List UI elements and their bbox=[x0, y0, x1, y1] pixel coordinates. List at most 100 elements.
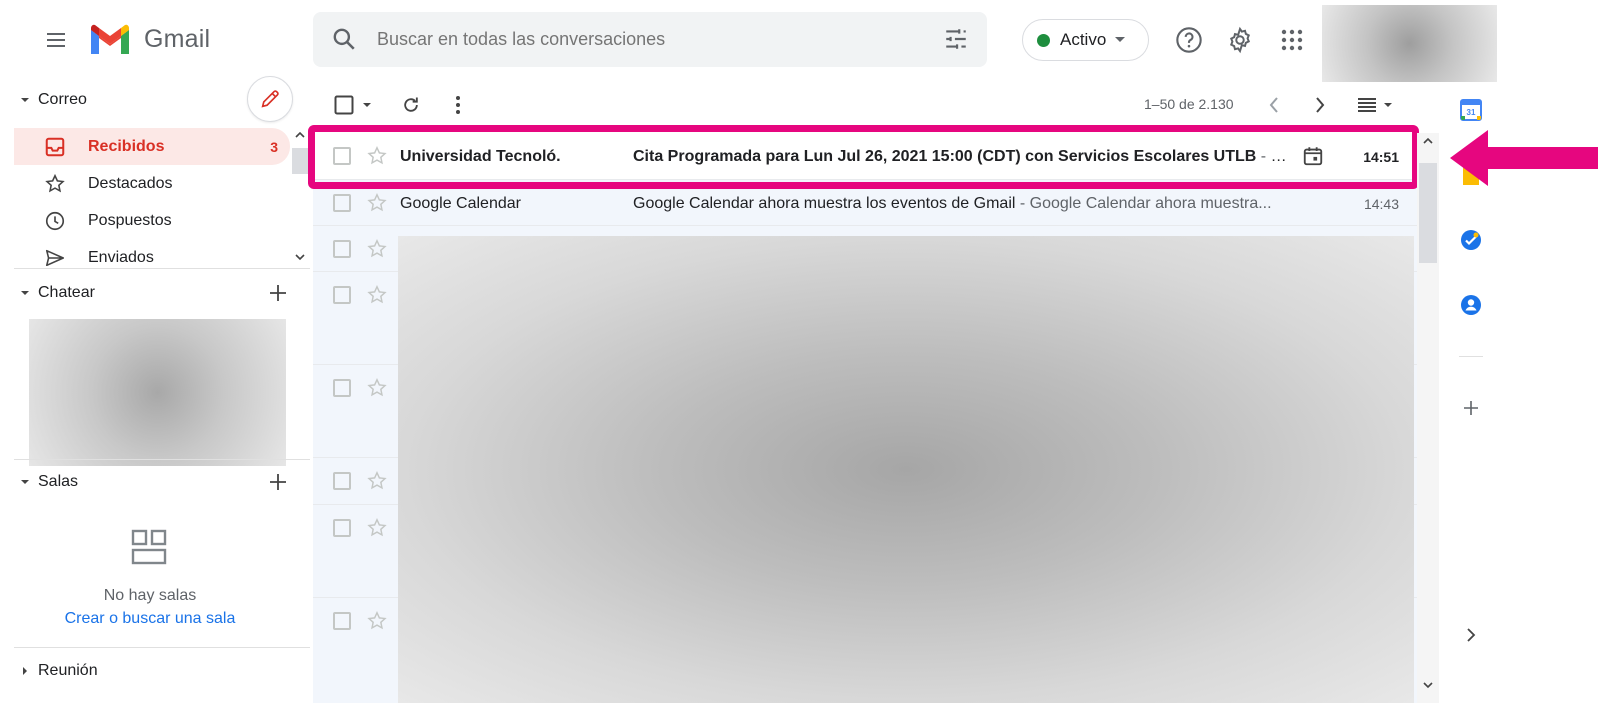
row-checkbox[interactable] bbox=[333, 472, 351, 490]
chevron-right-icon bbox=[1316, 97, 1325, 113]
email-subject-line: Google Calendar ahora muestra los evento… bbox=[633, 195, 1303, 213]
row-checkbox[interactable] bbox=[333, 519, 351, 537]
star-icon[interactable] bbox=[366, 610, 388, 632]
add-addon-icon bbox=[1464, 401, 1478, 415]
meet-section-header[interactable]: Reunión bbox=[20, 662, 98, 680]
scroll-up-icon[interactable] bbox=[291, 128, 309, 142]
star-icon[interactable] bbox=[366, 192, 388, 214]
row-checkbox[interactable] bbox=[333, 612, 351, 630]
row-checkbox[interactable] bbox=[333, 194, 351, 212]
search-icon[interactable] bbox=[331, 26, 357, 52]
checkbox-icon bbox=[334, 95, 354, 115]
gmail-logo[interactable]: Gmail bbox=[88, 22, 210, 56]
status-dot bbox=[1037, 33, 1050, 47]
rooms-section-header[interactable]: Salas bbox=[20, 473, 78, 491]
mail-section-title: Correo bbox=[38, 91, 87, 108]
row-checkbox[interactable] bbox=[333, 379, 351, 397]
get-addons-button[interactable] bbox=[1458, 395, 1484, 421]
row-checkbox[interactable] bbox=[333, 240, 351, 258]
row-checkbox[interactable] bbox=[333, 286, 351, 304]
apps-button[interactable] bbox=[1276, 24, 1308, 56]
caret-down-icon bbox=[1115, 37, 1126, 42]
chevron-right-icon bbox=[1467, 628, 1476, 642]
row-checkbox[interactable] bbox=[333, 147, 351, 165]
scrollbar-thumb[interactable] bbox=[1419, 163, 1437, 263]
star-icon[interactable] bbox=[366, 284, 388, 306]
scroll-down-icon[interactable] bbox=[291, 250, 309, 264]
email-row[interactable]: Universidad Tecnoló. Cita Programada par… bbox=[313, 133, 1417, 180]
search-bar bbox=[313, 12, 987, 67]
pencil-icon bbox=[261, 90, 279, 108]
scroll-down-icon[interactable] bbox=[1421, 679, 1435, 691]
email-list-scrollbar[interactable] bbox=[1417, 133, 1439, 703]
create-room-link[interactable]: Crear o buscar una sala bbox=[14, 610, 286, 628]
apps-grid-icon bbox=[1281, 29, 1303, 51]
new-room-button[interactable] bbox=[264, 468, 292, 496]
more-vertical-icon bbox=[456, 96, 460, 114]
gmail-m-icon bbox=[91, 24, 129, 54]
email-snippet: - Google Calendar ahora muestra... bbox=[1015, 195, 1272, 212]
side-panel-divider bbox=[1459, 356, 1483, 357]
no-rooms-text: No hay salas bbox=[103, 587, 197, 604]
search-input[interactable] bbox=[377, 12, 917, 67]
caret-down-icon bbox=[363, 103, 371, 107]
mail-section-header[interactable]: Correo bbox=[20, 91, 87, 109]
rooms-section-title: Salas bbox=[38, 473, 79, 490]
calendar-event-icon[interactable] bbox=[1302, 145, 1324, 167]
email-subject: Google Calendar ahora muestra los evento… bbox=[633, 195, 1016, 212]
calendar-icon: 31 bbox=[1460, 99, 1482, 121]
chevron-left-icon bbox=[1269, 97, 1278, 113]
sidebar-item-starred[interactable]: Destacados bbox=[14, 165, 290, 202]
page-range-label: 1–50 de 2.130 bbox=[1144, 96, 1234, 112]
caret-down-icon bbox=[21, 98, 29, 102]
expand-side-panel-button[interactable] bbox=[1458, 622, 1484, 648]
refresh-button[interactable] bbox=[399, 93, 423, 117]
main-menu-button[interactable] bbox=[40, 24, 72, 56]
scrollbar-thumb[interactable] bbox=[292, 148, 308, 174]
compose-button[interactable] bbox=[247, 76, 293, 122]
select-all-checkbox[interactable] bbox=[330, 93, 376, 117]
density-icon bbox=[1358, 98, 1376, 112]
star-icon[interactable] bbox=[366, 145, 388, 167]
email-sender: Universidad Tecnoló. bbox=[400, 148, 561, 165]
email-list-redacted bbox=[398, 236, 1414, 703]
sidebar-item-snoozed[interactable]: Pospuestos bbox=[14, 202, 290, 239]
older-page-button[interactable] bbox=[1308, 93, 1332, 117]
chat-section-header[interactable]: Chatear bbox=[20, 284, 95, 302]
contacts-app-button[interactable] bbox=[1458, 292, 1484, 318]
caret-down-icon bbox=[1384, 103, 1392, 107]
help-button[interactable] bbox=[1173, 24, 1205, 56]
contacts-icon bbox=[1461, 295, 1481, 315]
density-toggle-button[interactable] bbox=[1352, 93, 1398, 117]
sidebar-item-inbox[interactable]: Recibidos 3 bbox=[14, 128, 290, 165]
status-label: Activo bbox=[1060, 30, 1107, 49]
annotation-arrow-icon bbox=[1450, 130, 1598, 186]
more-actions-button[interactable] bbox=[446, 93, 470, 117]
star-icon[interactable] bbox=[366, 517, 388, 539]
star-icon[interactable] bbox=[366, 470, 388, 492]
sidebar-item-sent[interactable]: Enviados bbox=[14, 239, 290, 266]
sidebar-item-label: Recibidos bbox=[88, 137, 165, 155]
star-icon bbox=[45, 173, 65, 193]
folder-list-scrollbar[interactable] bbox=[291, 128, 309, 268]
app-name: Gmail bbox=[144, 24, 211, 53]
star-icon[interactable] bbox=[366, 377, 388, 399]
status-selector[interactable]: Activo bbox=[1022, 19, 1149, 61]
tasks-app-button[interactable] bbox=[1458, 227, 1484, 253]
scroll-up-icon[interactable] bbox=[1421, 135, 1435, 147]
settings-button[interactable] bbox=[1224, 24, 1256, 56]
top-bar: Gmail Activo bbox=[0, 0, 1598, 82]
section-divider bbox=[14, 459, 310, 460]
newer-page-button[interactable] bbox=[1262, 93, 1286, 117]
unread-count-badge: 3 bbox=[270, 138, 278, 155]
star-icon[interactable] bbox=[366, 238, 388, 260]
meet-section-title: Reunión bbox=[38, 662, 98, 679]
plus-icon bbox=[270, 285, 286, 301]
email-row[interactable]: Google Calendar Google Calendar ahora mu… bbox=[313, 180, 1417, 226]
email-sender: Google Calendar bbox=[400, 195, 521, 212]
section-divider bbox=[14, 268, 310, 269]
calendar-app-button[interactable]: 31 bbox=[1458, 97, 1484, 123]
search-options-icon[interactable] bbox=[943, 26, 969, 52]
new-chat-button[interactable] bbox=[264, 279, 292, 307]
account-avatar[interactable] bbox=[1322, 5, 1497, 82]
